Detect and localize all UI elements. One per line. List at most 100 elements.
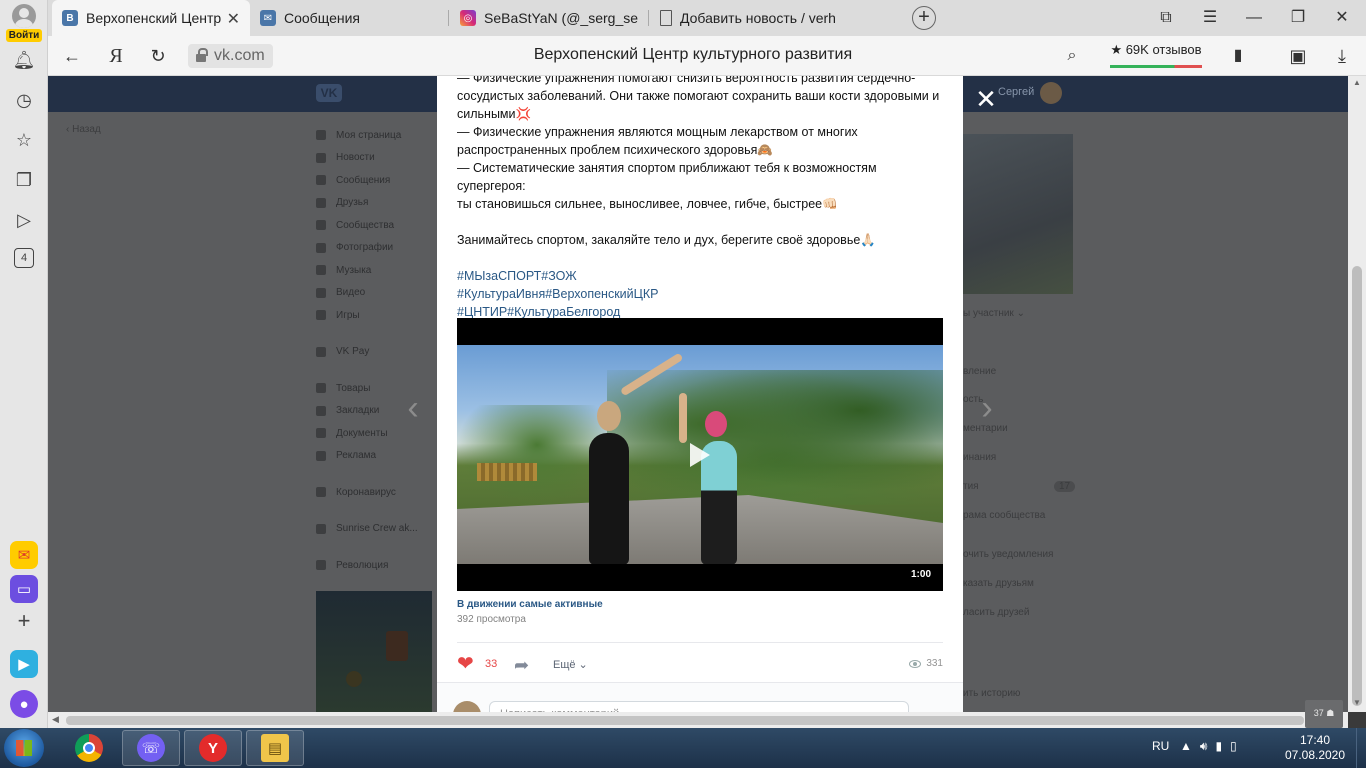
- close-window-icon[interactable]: ✕: [1330, 6, 1354, 30]
- close-tab-icon[interactable]: ✕: [227, 9, 240, 29]
- history-clock-icon[interactable]: ◷: [12, 88, 36, 112]
- url-text: vk.com: [214, 47, 265, 64]
- menu-item-label: Сообщества: [336, 219, 395, 231]
- share-arrow-icon[interactable]: ➦: [514, 655, 529, 676]
- network-icon[interactable]: ▮: [1215, 739, 1230, 753]
- menu-item-label: VK Pay: [336, 346, 370, 358]
- vertical-scrollbar[interactable]: ▲ ▼: [1348, 76, 1366, 712]
- video-title-link[interactable]: В движении самые активные: [457, 599, 603, 610]
- vk-logo-icon[interactable]: VK: [316, 84, 342, 102]
- video-road: [457, 495, 943, 564]
- vk-back-link[interactable]: ‹ Назад: [66, 124, 101, 135]
- game-banner[interactable]: [316, 591, 432, 712]
- search-icon[interactable]: ⌕: [1060, 44, 1084, 68]
- scrollbar-thumb[interactable]: [66, 716, 1304, 725]
- alice-icon[interactable]: ●: [10, 690, 38, 718]
- menu-item-icon: [316, 346, 326, 357]
- video-trees: [607, 370, 943, 505]
- post-text-line: — Физические упражнения являются мощным …: [457, 125, 858, 139]
- video-duration: 1:00: [910, 569, 931, 580]
- restore-icon[interactable]: ❐: [1286, 6, 1310, 30]
- yandex-logo-icon[interactable]: Я: [104, 44, 128, 68]
- minimize-icon[interactable]: —: [1242, 6, 1266, 30]
- online-users-badge[interactable]: 37 ☗: [1305, 700, 1343, 728]
- hashtag-link[interactable]: #МЫзаСПОРТ#ЗОЖ: [457, 267, 947, 285]
- start-button[interactable]: [4, 729, 44, 767]
- url-field[interactable]: vk.com: [188, 44, 273, 68]
- taskbar-explorer[interactable]: ▤: [246, 730, 304, 766]
- menu-item-icon: [316, 428, 326, 439]
- tray-icons[interactable]: ▲🔊︎▮▯: [1180, 739, 1245, 754]
- volume-icon[interactable]: 🔊︎: [1200, 739, 1216, 753]
- comment-input[interactable]: Написать комментарий...: [489, 701, 909, 712]
- add-app-icon[interactable]: +: [12, 608, 36, 633]
- tab-messages[interactable]: ✉ Сообщения: [250, 0, 448, 36]
- tab-vk-center[interactable]: В Верхопенский Центр культурного развити…: [52, 0, 250, 36]
- right-menu-item[interactable]: казать друзьям: [963, 578, 1034, 589]
- language-indicator[interactable]: RU: [1152, 739, 1169, 753]
- tab-manager-icon[interactable]: ⧉: [1154, 6, 1178, 30]
- right-menu-item[interactable]: тия: [963, 481, 979, 492]
- bell-icon[interactable]: 🔔︎: [12, 48, 36, 72]
- menu-item-icon: [316, 287, 326, 298]
- vk-user-avatar[interactable]: [1040, 82, 1062, 104]
- member-status[interactable]: ы участник ⌄: [963, 308, 1025, 319]
- vk-user-name[interactable]: Сергей: [998, 86, 1034, 98]
- scrollbar-thumb[interactable]: [1352, 266, 1362, 706]
- add-story-link[interactable]: ить историю: [963, 688, 1020, 699]
- video-play-icon[interactable]: ▷: [12, 208, 36, 232]
- like-button[interactable]: ❤ 33: [457, 654, 498, 674]
- menu-item-label: Сообщения: [336, 174, 391, 186]
- hashtag-link[interactable]: #КультураИвня#ВерхопенскийЦКР: [457, 285, 947, 303]
- tab-add-news[interactable]: Добавить новость / verhopenskij: [650, 0, 848, 36]
- next-post-arrow-icon[interactable]: ›: [978, 390, 996, 426]
- menu-hamburger-icon[interactable]: ☰: [1198, 6, 1222, 30]
- clock-date: 07.08.2020: [1284, 748, 1346, 762]
- tabs-counter-icon[interactable]: 4: [14, 248, 34, 268]
- tray-expand-icon[interactable]: ▲: [1180, 739, 1200, 753]
- horizontal-scrollbar[interactable]: ◀ ▶: [48, 712, 1348, 728]
- scroll-up-icon[interactable]: ▲: [1353, 78, 1361, 87]
- protect-chat-icon[interactable]: ▣: [1286, 44, 1310, 68]
- back-arrow-icon[interactable]: ←: [60, 44, 84, 68]
- taskbar-chrome[interactable]: [60, 730, 118, 766]
- scroll-down-icon[interactable]: ▼: [1353, 698, 1361, 707]
- download-icon[interactable]: ⤓: [1330, 44, 1354, 68]
- play-icon[interactable]: [690, 443, 710, 467]
- login-button[interactable]: Войти: [6, 4, 42, 42]
- like-count: 33: [485, 658, 498, 670]
- video-player[interactable]: 1:00: [457, 318, 943, 591]
- scroll-left-icon[interactable]: ◀: [52, 714, 59, 725]
- reload-icon[interactable]: ↻: [146, 44, 170, 68]
- collections-icon[interactable]: ❐: [12, 168, 36, 192]
- right-menu-item[interactable]: рама сообщества: [963, 510, 1045, 521]
- right-menu-item[interactable]: ласить друзей: [963, 607, 1029, 618]
- chrome-icon: [75, 734, 103, 762]
- menu-item-label: Игры: [336, 309, 360, 321]
- right-menu-item[interactable]: очить уведомления: [963, 549, 1053, 560]
- menu-item-icon: [316, 242, 326, 253]
- community-cover-photo[interactable]: [963, 134, 1073, 294]
- yandex-mail-icon[interactable]: ✉: [10, 541, 38, 569]
- bookmark-icon[interactable]: ▮: [1226, 44, 1250, 68]
- action-center-icon[interactable]: ▯: [1230, 739, 1245, 753]
- tab-instagram[interactable]: ◎ SeBaStYaN (@_serg_sebastyan): [450, 0, 648, 36]
- bookmarks-star-icon[interactable]: ☆: [12, 128, 36, 152]
- taskbar-yandex-browser[interactable]: Y: [184, 730, 242, 766]
- more-button[interactable]: Ещё ⌄: [553, 658, 588, 671]
- windows-taskbar: ☏ Y ▤ RU ▲🔊︎▮▯ 17:40 07.08.2020: [0, 728, 1366, 768]
- menu-item-icon: [316, 265, 326, 276]
- previous-post-arrow-icon[interactable]: ‹: [404, 390, 422, 426]
- messenger-icon[interactable]: ▭: [10, 575, 38, 603]
- taskbar-viber[interactable]: ☏: [122, 730, 180, 766]
- tab-title: Сообщения: [284, 10, 360, 26]
- new-tab-button[interactable]: +: [912, 6, 936, 30]
- show-desktop-button[interactable]: [1356, 728, 1366, 768]
- zen-icon[interactable]: ▶: [10, 650, 38, 678]
- system-clock[interactable]: 17:40 07.08.2020: [1282, 733, 1348, 763]
- video-head-right: [705, 411, 727, 437]
- close-modal-icon[interactable]: ✕: [975, 86, 997, 112]
- reviews-button[interactable]: ★ 69K отзывов: [1110, 42, 1202, 68]
- right-menu-item[interactable]: инания: [963, 452, 996, 463]
- right-menu-item[interactable]: вление: [963, 366, 996, 377]
